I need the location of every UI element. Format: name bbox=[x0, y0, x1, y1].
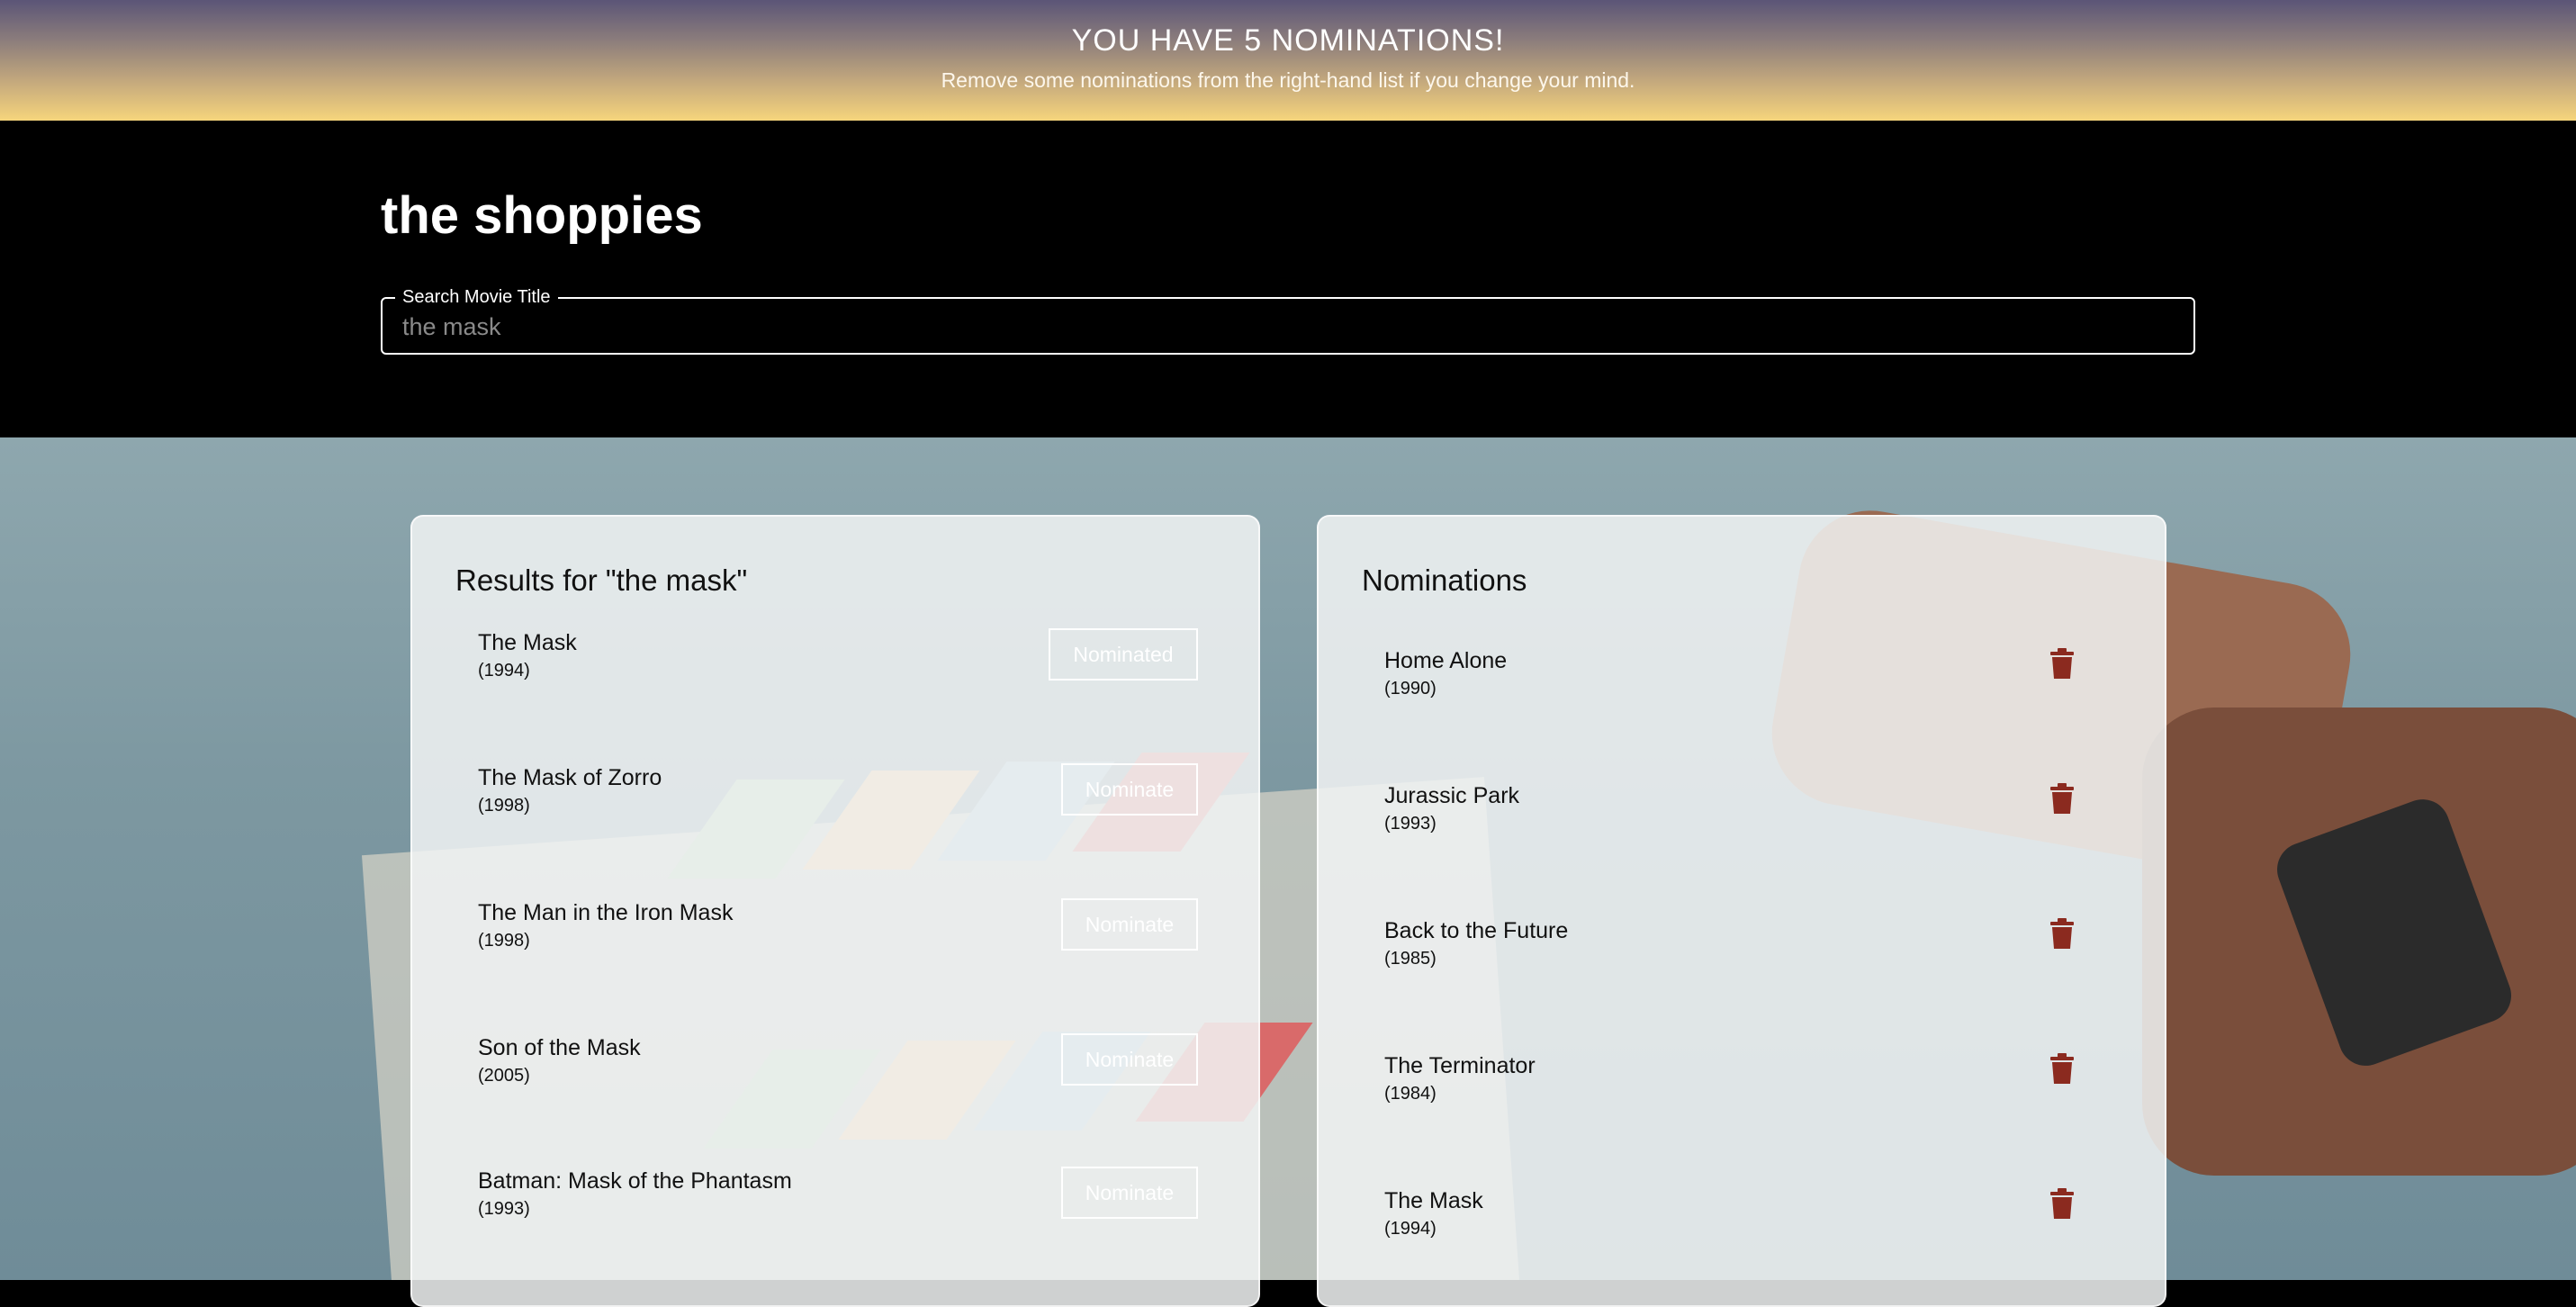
trash-icon[interactable] bbox=[2049, 918, 2076, 949]
nominate-button[interactable]: Nominate bbox=[1061, 763, 1198, 816]
nomination-year: (1994) bbox=[1384, 1219, 1437, 1239]
trash-icon[interactable] bbox=[2049, 648, 2076, 679]
nomination-year: (1984) bbox=[1384, 1084, 1437, 1104]
result-item: The Mask (1994) Nominated bbox=[478, 628, 1198, 693]
trash-icon[interactable] bbox=[2049, 1188, 2076, 1219]
nomination-item: Back to the Future (1985) bbox=[1384, 918, 2076, 981]
background-image bbox=[0, 437, 2576, 1280]
app-title: the shoppies bbox=[381, 186, 703, 245]
result-year: (2005) bbox=[478, 1066, 530, 1086]
nomination-item: Jurassic Park (1993) bbox=[1384, 783, 2076, 846]
result-title: The Man in the Iron Mask bbox=[478, 900, 734, 925]
result-year: (1994) bbox=[478, 661, 530, 681]
nomination-item: The Mask (1994) bbox=[1384, 1188, 2076, 1251]
search-input[interactable] bbox=[401, 308, 2168, 346]
result-item: Son of the Mask (2005) Nominate bbox=[478, 1033, 1198, 1098]
nomination-title: Back to the Future bbox=[1384, 918, 1569, 943]
nomination-item: The Terminator (1984) bbox=[1384, 1053, 2076, 1116]
result-title: Son of the Mask bbox=[478, 1035, 641, 1060]
nominate-button[interactable]: Nominate bbox=[1061, 1033, 1198, 1086]
result-item: The Man in the Iron Mask (1998) Nominate bbox=[478, 898, 1198, 963]
nominations-panel: Nominations Home Alone (1990) Jurassic P… bbox=[1317, 515, 2166, 1307]
result-year: (1998) bbox=[478, 931, 530, 951]
result-title: Batman: Mask of the Phantasm bbox=[478, 1168, 792, 1194]
trash-icon[interactable] bbox=[2049, 783, 2076, 814]
trash-icon[interactable] bbox=[2049, 1053, 2076, 1084]
nominated-button[interactable]: Nominated bbox=[1049, 628, 1198, 681]
results-heading: Results for "the mask" bbox=[455, 563, 748, 597]
nomination-year: (1993) bbox=[1384, 814, 1437, 834]
header: the shoppies Search Movie Title bbox=[0, 121, 2576, 437]
nomination-title: The Terminator bbox=[1384, 1053, 1536, 1078]
nominate-button[interactable]: Nominate bbox=[1061, 1167, 1198, 1219]
nominations-heading: Nominations bbox=[1362, 563, 1527, 597]
nomination-year: (1990) bbox=[1384, 679, 1437, 699]
nomination-title: Home Alone bbox=[1384, 648, 1508, 673]
result-title: The Mask of Zorro bbox=[478, 765, 662, 790]
banner-title: YOU HAVE 5 NOMINATIONS! bbox=[1071, 23, 1505, 58]
result-item: The Mask of Zorro (1998) Nominate bbox=[478, 763, 1198, 828]
nomination-item: Home Alone (1990) bbox=[1384, 648, 2076, 711]
results-panel: Results for "the mask" The Mask (1994) N… bbox=[410, 515, 1260, 1307]
banner-subtitle: Remove some nominations from the right-h… bbox=[941, 68, 1635, 92]
nomination-title: Jurassic Park bbox=[1384, 783, 1520, 808]
result-title: The Mask bbox=[478, 630, 577, 655]
nomination-banner: YOU HAVE 5 NOMINATIONS! Remove some nomi… bbox=[0, 0, 2576, 121]
search-label: Search Movie Title bbox=[395, 286, 558, 308]
result-year: (1993) bbox=[478, 1199, 530, 1219]
result-year: (1998) bbox=[478, 796, 530, 816]
nomination-title: The Mask bbox=[1384, 1188, 1483, 1213]
search-field: Search Movie Title bbox=[381, 286, 2195, 355]
nominate-button[interactable]: Nominate bbox=[1061, 898, 1198, 951]
result-item: Batman: Mask of the Phantasm (1993) Nomi… bbox=[478, 1167, 1198, 1231]
nomination-year: (1985) bbox=[1384, 949, 1437, 969]
